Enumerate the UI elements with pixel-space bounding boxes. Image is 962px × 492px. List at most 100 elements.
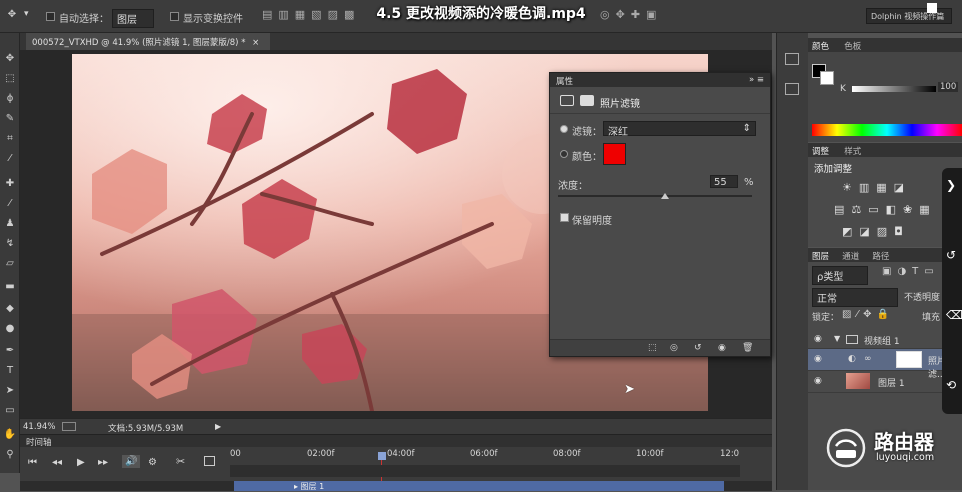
channel-label: K bbox=[840, 84, 846, 94]
filter-radio[interactable] bbox=[560, 125, 568, 133]
tab-adjustments[interactable]: 调整 bbox=[812, 147, 829, 157]
watermark: 路由器 luyouqi.com bbox=[820, 422, 962, 472]
tab-color[interactable]: 颜色 bbox=[812, 42, 829, 52]
properties-tab-label: 属性 bbox=[556, 77, 574, 87]
marquee-icon[interactable]: ⬚ bbox=[2, 73, 18, 87]
time-bar bbox=[230, 465, 740, 477]
mask-icon[interactable] bbox=[580, 95, 594, 106]
settings-icon[interactable]: ⚙ bbox=[148, 457, 157, 468]
quick-select-icon[interactable]: ✎ bbox=[2, 113, 18, 127]
eraser-icon[interactable]: ▱ bbox=[2, 258, 18, 272]
layer-row-adjustment[interactable]: ◉ ◐ ∞ 照片滤... bbox=[808, 349, 962, 380]
delete-icon[interactable]: 🗑 bbox=[742, 343, 753, 353]
adjustments-tabs: 调整 样式 bbox=[808, 143, 962, 157]
first-frame-icon[interactable]: ⏮ bbox=[28, 457, 37, 468]
tab-paths[interactable]: 路径 bbox=[872, 252, 889, 262]
options-bar: ✥ ▾ 自动选择： 图层 显示变换控件 ▤▥▦▧▨▩ ◎✥✚▣ 4.5 更改视频… bbox=[0, 0, 962, 33]
eye-icon[interactable]: ◉ bbox=[814, 334, 822, 344]
brush-icon[interactable]: ⁄ bbox=[2, 198, 18, 212]
color-swatch[interactable] bbox=[603, 143, 626, 165]
lasso-icon[interactable]: ϕ bbox=[2, 93, 18, 107]
timeline-ruler[interactable]: 00 02:00f 04:00f 06:00f 08:00f 10:00f 12… bbox=[230, 449, 740, 463]
path-select-icon[interactable]: ➤ bbox=[2, 385, 18, 399]
zoom-icon[interactable]: ⚲ bbox=[2, 449, 18, 463]
tab-styles[interactable]: 样式 bbox=[844, 147, 861, 157]
opacity-label: 不透明度 bbox=[904, 293, 941, 303]
lock-icons[interactable]: ▨⁄✥🔒 bbox=[842, 309, 894, 320]
tab-swatches[interactable]: 色板 bbox=[844, 42, 861, 52]
panel-menu-icon[interactable]: » ≡ bbox=[749, 75, 764, 85]
transition-icon[interactable] bbox=[204, 456, 215, 466]
crop-icon[interactable]: ⌗ bbox=[2, 133, 18, 147]
window-restore-icon[interactable] bbox=[927, 3, 937, 13]
history-panel-icon[interactable] bbox=[785, 53, 799, 65]
k-value[interactable]: 100 bbox=[938, 82, 959, 92]
rectangle-icon[interactable]: ▭ bbox=[2, 405, 18, 419]
split-icon[interactable]: ✂ bbox=[176, 455, 185, 468]
type-icon[interactable]: T bbox=[2, 365, 18, 379]
move-icon[interactable]: ✥ bbox=[2, 53, 18, 67]
eye-icon[interactable]: ◉ bbox=[814, 376, 822, 386]
tab-layers[interactable]: 图层 bbox=[812, 252, 829, 262]
layer-filter-icons[interactable]: ▣◑T▭ bbox=[882, 266, 940, 277]
adjustment-icons-row-1[interactable]: ☀▥▦◪ bbox=[842, 181, 911, 194]
export-icon[interactable] bbox=[62, 422, 76, 431]
blend-mode-dropdown[interactable]: 正常 bbox=[812, 288, 898, 307]
healing-icon[interactable]: ✚ bbox=[2, 178, 18, 192]
eye-icon[interactable]: ◉ bbox=[814, 354, 822, 364]
spectrum-bar[interactable] bbox=[812, 124, 962, 136]
layer-row-video[interactable]: ◉ 图层 1 bbox=[808, 371, 962, 393]
background-color[interactable] bbox=[820, 71, 834, 85]
dodge-icon[interactable]: ● bbox=[2, 323, 18, 337]
filter-dropdown[interactable]: 深红 ⇕ bbox=[603, 121, 756, 138]
stamp-icon[interactable]: ♟ bbox=[2, 218, 18, 232]
next-frame-icon[interactable]: ▸▸ bbox=[98, 457, 108, 468]
status-menu-arrow-icon[interactable]: ▶ bbox=[215, 422, 221, 431]
density-slider-thumb[interactable] bbox=[660, 193, 669, 199]
folder-icon bbox=[846, 335, 858, 344]
pen-icon[interactable]: ✒ bbox=[2, 345, 18, 359]
document-tab[interactable]: 000572_VTXHD @ 41.9% (照片滤镜 1, 图层蒙版/8) * … bbox=[26, 33, 270, 50]
preserve-luminosity-checkbox[interactable] bbox=[560, 213, 569, 222]
workspace-switcher[interactable]: Dolphin 视频操作篇 bbox=[866, 8, 952, 24]
audio-icon[interactable]: 🔊 bbox=[122, 455, 141, 468]
document-close-icon[interactable]: × bbox=[252, 38, 259, 48]
hand-icon[interactable]: ✋ bbox=[2, 429, 18, 443]
adjustment-icons-row-3[interactable]: ◩◪▨◘ bbox=[842, 225, 910, 238]
density-input[interactable]: 55 bbox=[710, 175, 738, 188]
density-slider-track[interactable] bbox=[558, 195, 752, 197]
history-brush-icon[interactable]: ↯ bbox=[2, 238, 18, 252]
visibility-icon[interactable]: ◉ bbox=[718, 343, 726, 353]
play-icon[interactable]: ▶ bbox=[77, 457, 85, 468]
color-radio[interactable] bbox=[560, 150, 568, 158]
tab-channels[interactable]: 通道 bbox=[842, 252, 859, 262]
player-control-icon[interactable]: ⌫ bbox=[946, 308, 962, 322]
k-slider[interactable] bbox=[852, 86, 936, 92]
view-previous-icon[interactable]: ◎ bbox=[670, 343, 678, 353]
gradient-icon[interactable]: ▬ bbox=[2, 281, 18, 295]
eyedropper-icon[interactable]: ⁄ bbox=[2, 153, 18, 167]
video-title: 4.5 更改视频添的冷暖色调.mp4 bbox=[376, 6, 586, 22]
blur-icon[interactable]: ◆ bbox=[2, 303, 18, 317]
player-control-icon[interactable]: ❯ bbox=[946, 178, 956, 192]
timeline-tab[interactable]: 时间轴 bbox=[26, 436, 52, 448]
fill-label: 填充 bbox=[922, 313, 941, 323]
reset-icon[interactable]: ↺ bbox=[694, 343, 702, 353]
prev-frame-icon[interactable]: ◂◂ bbox=[52, 457, 62, 468]
layer-filter-dropdown[interactable]: ρ类型 bbox=[812, 266, 868, 285]
player-control-icon[interactable]: ↺ bbox=[946, 248, 956, 262]
chain-link-icon[interactable]: ∞ bbox=[864, 354, 872, 364]
playhead[interactable] bbox=[378, 452, 386, 460]
tick: 10:00f bbox=[636, 449, 664, 459]
actions-panel-icon[interactable] bbox=[785, 83, 799, 95]
clip-to-layer-icon[interactable]: ⬚ bbox=[648, 343, 657, 353]
adjustment-icons-row-2[interactable]: ▤⚖▭◧❀▦ bbox=[834, 203, 937, 216]
disclosure-triangle-icon[interactable]: ▼ bbox=[834, 334, 840, 343]
layer-mask-thumbnail[interactable] bbox=[896, 351, 922, 368]
zoom-level[interactable]: 41.94% bbox=[23, 422, 55, 432]
properties-tab[interactable]: 属性 » ≡ bbox=[550, 73, 770, 87]
layer-row-group[interactable]: ◉ ▼ 视频组 1 bbox=[808, 330, 962, 349]
adjustment-icon[interactable] bbox=[560, 95, 574, 106]
mouse-cursor-icon: ➤ bbox=[624, 382, 635, 397]
player-control-icon[interactable]: ⟲ bbox=[946, 378, 956, 392]
